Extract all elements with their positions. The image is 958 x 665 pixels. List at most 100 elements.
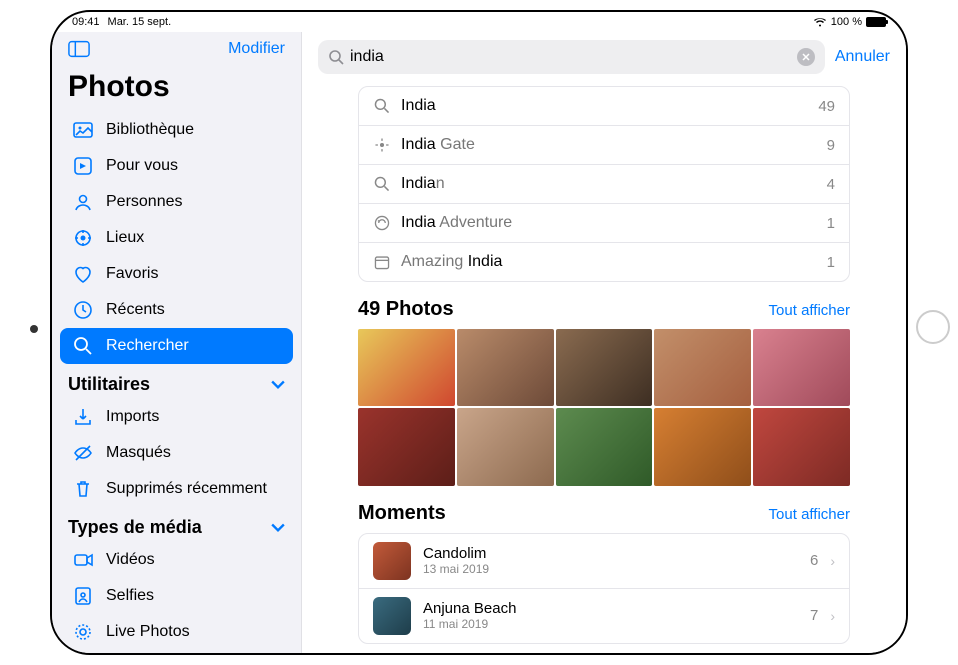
sidebar-item-vidéos[interactable]: Vidéos — [60, 542, 293, 578]
moments-section-title: Moments — [358, 502, 446, 525]
moments-see-all[interactable]: Tout afficher — [769, 506, 850, 523]
suggestion-text: India Gate — [401, 136, 817, 154]
video-icon — [72, 549, 94, 571]
photo-thumbnail[interactable] — [654, 408, 751, 485]
photo-thumbnail[interactable] — [457, 329, 554, 406]
sidebar-item-récents[interactable]: Récents — [60, 292, 293, 328]
photo-thumbnail[interactable] — [753, 329, 850, 406]
search-icon — [373, 97, 391, 115]
photo-thumbnail[interactable] — [457, 408, 554, 485]
sidebar: Modifier Photos BibliothèquePour vousPer… — [52, 32, 302, 653]
sidebar-section-label: Types de média — [68, 517, 202, 538]
suggestion-count: 49 — [818, 98, 835, 115]
suggestion-text: Amazing India — [401, 253, 817, 271]
sidebar-item-lieux[interactable]: Lieux — [60, 220, 293, 256]
sidebar-item-label: Live Photos — [106, 623, 190, 641]
sidebar-item-bibliothèque[interactable]: Bibliothèque — [60, 112, 293, 148]
sidebar-item-masqués[interactable]: Masqués — [60, 435, 293, 471]
status-date: Mar. 15 sept. — [108, 16, 172, 28]
sidebar-item-label: Vidéos — [106, 551, 155, 569]
calendar-icon — [373, 253, 391, 271]
device-screen: 09:41 Mar. 15 sept. 100 % Modifier Photo… — [50, 10, 908, 655]
moment-thumbnail — [373, 542, 411, 580]
moment-info: Candolim13 mai 2019 — [423, 545, 798, 576]
sidebar-toggle-icon[interactable] — [68, 40, 90, 58]
chevron-right-icon: › — [830, 608, 835, 624]
sidebar-item-label: Favoris — [106, 265, 158, 283]
memory-icon — [373, 214, 391, 232]
hidden-icon — [72, 442, 94, 464]
device-camera — [30, 325, 38, 333]
search-suggestions: India49India Gate9Indian4India Adventure… — [358, 86, 850, 282]
trash-icon — [72, 478, 94, 500]
home-button[interactable] — [916, 310, 950, 344]
chevron-right-icon: › — [830, 553, 835, 569]
suggestion-count: 1 — [827, 215, 835, 232]
moment-row[interactable]: Candolim13 mai 20196› — [359, 534, 849, 589]
sidebar-item-label: Récents — [106, 301, 165, 319]
sidebar-item-portrait[interactable]: Portrait — [60, 650, 293, 653]
moments-list: Candolim13 mai 20196›Anjuna Beach11 mai … — [358, 533, 850, 644]
sidebar-item-label: Lieux — [106, 229, 144, 247]
suggestion-text: Indian — [401, 175, 817, 193]
suggestion-row[interactable]: Indian4 — [359, 165, 849, 204]
suggestion-text: India — [401, 97, 808, 115]
photo-thumbnail[interactable] — [753, 408, 850, 485]
moment-info: Anjuna Beach11 mai 2019 — [423, 600, 798, 631]
sidebar-item-pour-vous[interactable]: Pour vous — [60, 148, 293, 184]
sidebar-item-supprimés-récemment[interactable]: Supprimés récemment — [60, 471, 293, 507]
main-content: Annuler India49India Gate9Indian4India A… — [302, 32, 906, 653]
sidebar-item-label: Selfies — [106, 587, 154, 605]
suggestion-row[interactable]: India Adventure 1 — [359, 204, 849, 243]
clear-search-button[interactable] — [797, 48, 815, 66]
suggestion-text: India Adventure — [401, 214, 817, 232]
moment-date: 13 mai 2019 — [423, 562, 798, 576]
sidebar-section-media-types[interactable]: Types de média — [52, 507, 301, 542]
selfie-icon — [72, 585, 94, 607]
photo-thumbnail[interactable] — [556, 329, 653, 406]
suggestion-row[interactable]: India 49 — [359, 87, 849, 126]
library-icon — [72, 119, 94, 141]
sidebar-item-live-photos[interactable]: Live Photos — [60, 614, 293, 650]
search-icon — [373, 175, 391, 193]
sidebar-item-label: Rechercher — [106, 337, 189, 355]
photo-thumbnail[interactable] — [556, 408, 653, 485]
sidebar-item-selfies[interactable]: Selfies — [60, 578, 293, 614]
moment-row[interactable]: Anjuna Beach11 mai 20197› — [359, 589, 849, 643]
live-icon — [72, 621, 94, 643]
battery-percent: 100 % — [831, 16, 862, 28]
status-time: 09:41 — [72, 16, 100, 28]
photos-see-all[interactable]: Tout afficher — [769, 302, 850, 319]
sidebar-item-rechercher[interactable]: Rechercher — [60, 328, 293, 364]
close-icon — [802, 53, 810, 61]
photo-thumbnail[interactable] — [358, 329, 455, 406]
edit-button[interactable]: Modifier — [228, 40, 285, 58]
sidebar-item-label: Masqués — [106, 444, 171, 462]
chevron-down-icon — [271, 378, 285, 392]
photos-section-title: 49 Photos — [358, 298, 454, 321]
sidebar-item-label: Personnes — [106, 193, 183, 211]
moment-date: 11 mai 2019 — [423, 617, 798, 631]
photo-thumbnail[interactable] — [654, 329, 751, 406]
clock-icon — [72, 299, 94, 321]
wifi-icon — [813, 17, 827, 27]
pin-icon — [373, 136, 391, 154]
suggestion-row[interactable]: India Gate9 — [359, 126, 849, 165]
sidebar-item-personnes[interactable]: Personnes — [60, 184, 293, 220]
sidebar-item-label: Imports — [106, 408, 159, 426]
sidebar-item-favoris[interactable]: Favoris — [60, 256, 293, 292]
suggestion-row[interactable]: Amazing India1 — [359, 243, 849, 281]
cancel-button[interactable]: Annuler — [835, 48, 890, 66]
sidebar-section-utilities[interactable]: Utilitaires — [52, 364, 301, 399]
search-field[interactable] — [318, 40, 825, 74]
import-icon — [72, 406, 94, 428]
search-input[interactable] — [350, 48, 791, 66]
chevron-down-icon — [271, 521, 285, 535]
places-icon — [72, 227, 94, 249]
photo-thumbnail[interactable] — [358, 408, 455, 485]
search-icon — [328, 49, 344, 65]
foryou-icon — [72, 155, 94, 177]
heart-icon — [72, 263, 94, 285]
moment-title: Anjuna Beach — [423, 600, 798, 617]
sidebar-item-imports[interactable]: Imports — [60, 399, 293, 435]
